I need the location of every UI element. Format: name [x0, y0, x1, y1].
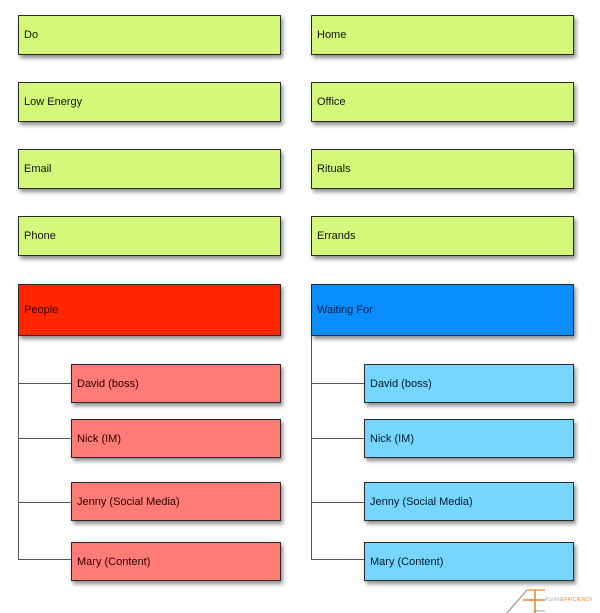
context-box-office[interactable]: Office — [311, 82, 574, 122]
context-label: Email — [24, 163, 52, 175]
child-label: Nick (IM) — [370, 432, 414, 445]
group-label: Waiting For — [317, 304, 373, 316]
context-box-email[interactable]: Email — [18, 149, 281, 189]
tree-branch — [311, 559, 364, 560]
context-label: Errands — [317, 230, 356, 242]
child-label: David (boss) — [370, 377, 432, 390]
logo-prefix: ASIAN — [545, 597, 562, 603]
child-label: David (boss) — [77, 377, 139, 390]
child-box[interactable]: Nick (IM) — [71, 419, 281, 458]
context-box-errands[interactable]: Errands — [311, 216, 574, 256]
child-label: Mary (Content) — [370, 555, 444, 568]
context-label: Office — [317, 96, 346, 108]
tree-branch — [311, 383, 364, 384]
context-box-home[interactable]: Home — [311, 15, 574, 55]
child-box[interactable]: Nick (IM) — [364, 419, 574, 458]
context-label: Phone — [24, 230, 56, 242]
tree-branch — [18, 383, 71, 384]
child-label: Jenny (Social Media) — [77, 495, 180, 508]
tree-branch — [311, 502, 364, 503]
child-box[interactable]: Mary (Content) — [364, 542, 574, 581]
logo-suffix: EFFICIENCY — [561, 597, 593, 603]
child-box[interactable]: Mary (Content) — [71, 542, 281, 581]
tree-branch — [311, 438, 364, 439]
context-box-phone[interactable]: Phone — [18, 216, 281, 256]
child-box[interactable]: Jenny (Social Media) — [364, 482, 574, 521]
group-label: People — [24, 304, 59, 316]
context-box-low-energy[interactable]: Low Energy — [18, 82, 281, 122]
context-label: Low Energy — [24, 96, 83, 108]
child-box[interactable]: David (boss) — [71, 364, 281, 403]
child-label: Jenny (Social Media) — [370, 495, 473, 508]
context-box-rituals[interactable]: Rituals — [311, 149, 574, 189]
child-label: Nick (IM) — [77, 432, 121, 445]
context-box-do[interactable]: Do — [18, 15, 281, 55]
context-label: Home — [317, 29, 347, 41]
tree-branch — [18, 559, 71, 560]
child-box[interactable]: Jenny (Social Media) — [71, 482, 281, 521]
tree-trunk-people — [18, 335, 19, 560]
group-box-people[interactable]: People — [18, 284, 281, 336]
tree-branch — [18, 438, 71, 439]
context-label: Rituals — [317, 163, 351, 175]
group-box-waiting-for[interactable]: Waiting For — [311, 284, 574, 336]
child-box[interactable]: David (boss) — [364, 364, 574, 403]
child-label: Mary (Content) — [77, 555, 151, 568]
logo-text: ASIANEFFICIENCY — [545, 597, 593, 603]
context-label: Do — [24, 29, 39, 41]
tree-trunk-waiting-for — [311, 335, 312, 560]
tree-branch — [18, 502, 71, 503]
